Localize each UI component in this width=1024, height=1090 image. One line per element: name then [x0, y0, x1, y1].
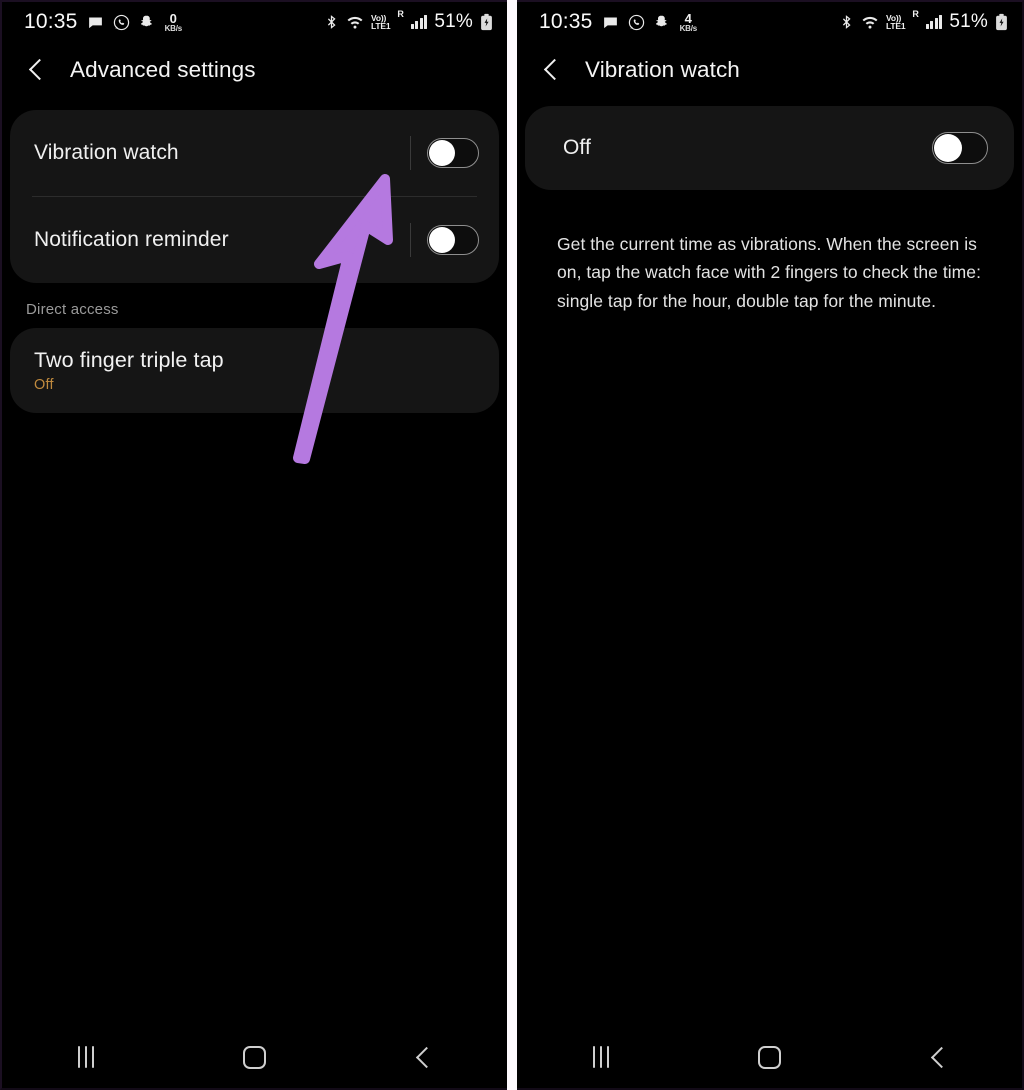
vibration-watch-toggle[interactable]	[427, 138, 479, 168]
list-item-label: Two finger triple tap	[34, 348, 224, 372]
roaming-icon: R	[397, 9, 404, 19]
left-status-bar: 10:35 0 KB/s Vo)) LTE1 R 51%	[2, 2, 507, 42]
recents-icon	[77, 1046, 95, 1068]
status-bar-right-group: Vo)) LTE1 R 51%	[839, 9, 1008, 33]
wifi-icon	[346, 14, 364, 30]
notification-reminder-toggle[interactable]	[427, 225, 479, 255]
setting-row-notification-reminder[interactable]: Notification reminder	[10, 197, 499, 283]
home-icon	[242, 1045, 266, 1069]
message-icon	[87, 14, 104, 31]
page-title: Advanced settings	[70, 57, 256, 82]
status-clock: 10:35	[24, 10, 78, 33]
signal-bars-icon	[925, 15, 943, 29]
status-clock: 10:35	[539, 10, 593, 33]
direct-access-card: Two finger triple tap Off	[10, 328, 499, 413]
right-status-bar: 10:35 4 KB/s Vo)) LTE1 R 51%	[517, 2, 1022, 42]
toggle-knob	[934, 134, 962, 162]
whatsapp-icon	[113, 14, 130, 31]
message-icon	[602, 14, 619, 31]
list-item-value: Off	[34, 377, 54, 393]
toggle-divider	[410, 136, 411, 170]
roaming-icon: R	[912, 9, 919, 19]
status-bar-left-group: 10:35 4 KB/s	[539, 10, 697, 34]
section-header-direct-access: Direct access	[26, 301, 119, 318]
battery-percent-text: 51%	[434, 11, 473, 32]
screenshot-root: 10:35 0 KB/s Vo)) LTE1 R 51% Advanced se…	[0, 0, 1024, 1090]
whatsapp-icon	[628, 14, 645, 31]
network-speed-value: 0	[169, 10, 177, 26]
page-title: Vibration watch	[585, 57, 740, 82]
home-button[interactable]	[214, 1035, 294, 1079]
back-icon	[413, 1047, 433, 1067]
back-button[interactable]	[898, 1035, 978, 1079]
signal-bars-icon	[410, 15, 428, 29]
recents-button[interactable]	[561, 1035, 641, 1079]
toggle-knob	[429, 140, 455, 166]
back-icon	[928, 1047, 948, 1067]
back-chevron-icon[interactable]	[541, 59, 563, 81]
right-phone-screen: 10:35 4 KB/s Vo)) LTE1 R 51% Vibration w…	[517, 0, 1024, 1090]
recents-icon	[592, 1046, 610, 1068]
master-toggle-label: Off	[563, 136, 591, 159]
right-nav-bar	[517, 1026, 1022, 1088]
vibration-watch-master-toggle[interactable]	[932, 132, 988, 164]
snapchat-icon	[139, 14, 155, 30]
list-item-two-finger-triple-tap[interactable]: Two finger triple tap Off	[10, 328, 499, 413]
snapchat-icon	[654, 14, 670, 30]
home-icon	[757, 1045, 781, 1069]
network-speed-unit: KB/s	[679, 23, 698, 33]
back-chevron-icon[interactable]	[26, 59, 48, 81]
volte-icon: Vo)) LTE1	[371, 13, 391, 31]
network-speed-indicator: 4 KB/s	[679, 10, 698, 33]
left-phone-screen: 10:35 0 KB/s Vo)) LTE1 R 51% Advanced se…	[0, 0, 507, 1090]
bluetooth-icon	[839, 14, 854, 30]
master-toggle-row[interactable]: Off	[525, 106, 1014, 190]
panel-separator	[507, 0, 517, 1090]
toggle-divider	[410, 223, 411, 257]
volte-bottom-text: LTE1	[371, 21, 391, 31]
setting-row-vibration-watch[interactable]: Vibration watch	[10, 110, 499, 196]
network-speed-unit: KB/s	[164, 23, 183, 33]
home-button[interactable]	[729, 1035, 809, 1079]
toggle-group	[410, 223, 479, 257]
recents-button[interactable]	[46, 1035, 126, 1079]
toggle-group	[410, 136, 479, 170]
master-toggle-card: Off	[525, 106, 1014, 190]
left-nav-bar	[2, 1026, 507, 1088]
status-bar-left-group: 10:35 0 KB/s	[24, 10, 182, 34]
battery-percent-text: 51%	[949, 11, 988, 32]
setting-label: Vibration watch	[34, 141, 179, 164]
network-speed-value: 4	[684, 10, 692, 26]
advanced-settings-card: Vibration watch Notification reminder	[10, 110, 499, 283]
wifi-icon	[861, 14, 879, 30]
battery-charging-icon	[995, 13, 1008, 31]
setting-label: Notification reminder	[34, 228, 229, 251]
battery-charging-icon	[480, 13, 493, 31]
left-app-header: Advanced settings	[2, 42, 507, 98]
feature-description: Get the current time as vibrations. When…	[557, 234, 981, 311]
network-speed-indicator: 0 KB/s	[164, 10, 183, 33]
volte-icon: Vo)) LTE1	[886, 13, 906, 31]
back-button[interactable]	[383, 1035, 463, 1079]
volte-bottom-text: LTE1	[886, 21, 906, 31]
right-app-header: Vibration watch	[517, 42, 1022, 98]
toggle-knob	[429, 227, 455, 253]
status-bar-right-group: Vo)) LTE1 R 51%	[324, 9, 493, 33]
bluetooth-icon	[324, 14, 339, 30]
